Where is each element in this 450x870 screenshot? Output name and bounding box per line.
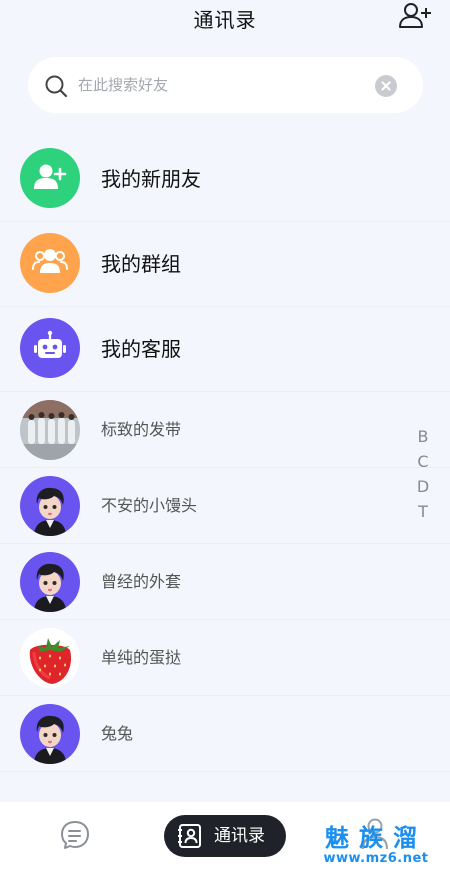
search-icon (45, 75, 68, 98)
index-letter-b[interactable]: B (418, 424, 429, 449)
watermark: 魅族溜 www.mz6.net (308, 824, 444, 868)
contact-row[interactable]: 标致的发带 (0, 392, 450, 468)
contact-avatar-cartoon-boy (20, 476, 80, 536)
index-letter-t[interactable]: T (418, 499, 428, 524)
my-groups-label: 我的群组 (101, 252, 181, 276)
tab-contacts-label: 通讯录 (214, 826, 265, 846)
contact-avatar-cartoon-boy (20, 704, 80, 764)
contact-name: 曾经的外套 (101, 572, 182, 591)
tab-contacts[interactable]: 通讯录 (164, 815, 286, 857)
page-title: 通讯录 (193, 8, 257, 32)
chat-bubble-icon[interactable] (58, 818, 92, 852)
contact-row[interactable]: 单纯的蛋挞 (0, 620, 450, 696)
contact-avatar-group-photo (20, 400, 80, 460)
contact-avatar-strawberry (20, 628, 80, 688)
index-letter-c[interactable]: C (417, 449, 428, 474)
add-friend-icon[interactable] (398, 0, 432, 34)
alphabet-index: B C D T (416, 424, 430, 524)
contacts-list: 我的新朋友 我的群组 我的客服 标致的发带 不安的小馒头 曾经的外套 单纯的蛋挞… (0, 137, 450, 772)
contact-name: 兔兔 (101, 724, 134, 743)
contact-name: 标致的发带 (101, 420, 182, 439)
watermark-url: www.mz6.net (323, 851, 429, 866)
search-input[interactable] (78, 57, 358, 113)
my-groups-item[interactable]: 我的群组 (0, 222, 450, 307)
index-letter-d[interactable]: D (417, 474, 429, 499)
clear-icon[interactable] (375, 75, 397, 97)
contacts-icon (178, 824, 201, 848)
robot-icon (20, 318, 80, 378)
contact-row[interactable]: 曾经的外套 (0, 544, 450, 620)
new-friends-item[interactable]: 我的新朋友 (0, 137, 450, 222)
contact-name: 不安的小馒头 (101, 496, 198, 515)
contact-row[interactable]: 不安的小馒头 (0, 468, 450, 544)
contact-avatar-cartoon-boy (20, 552, 80, 612)
add-user-icon (20, 148, 80, 208)
new-friends-label: 我的新朋友 (101, 167, 201, 191)
contact-name: 单纯的蛋挞 (101, 648, 182, 667)
contact-row[interactable]: 兔兔 (0, 696, 450, 772)
group-icon (20, 233, 80, 293)
customer-service-label: 我的客服 (101, 337, 181, 361)
top-bar: 通讯录 (0, 0, 450, 44)
watermark-title: 魅族溜 (325, 823, 427, 852)
search-bar[interactable] (28, 57, 423, 113)
customer-service-item[interactable]: 我的客服 (0, 307, 450, 392)
